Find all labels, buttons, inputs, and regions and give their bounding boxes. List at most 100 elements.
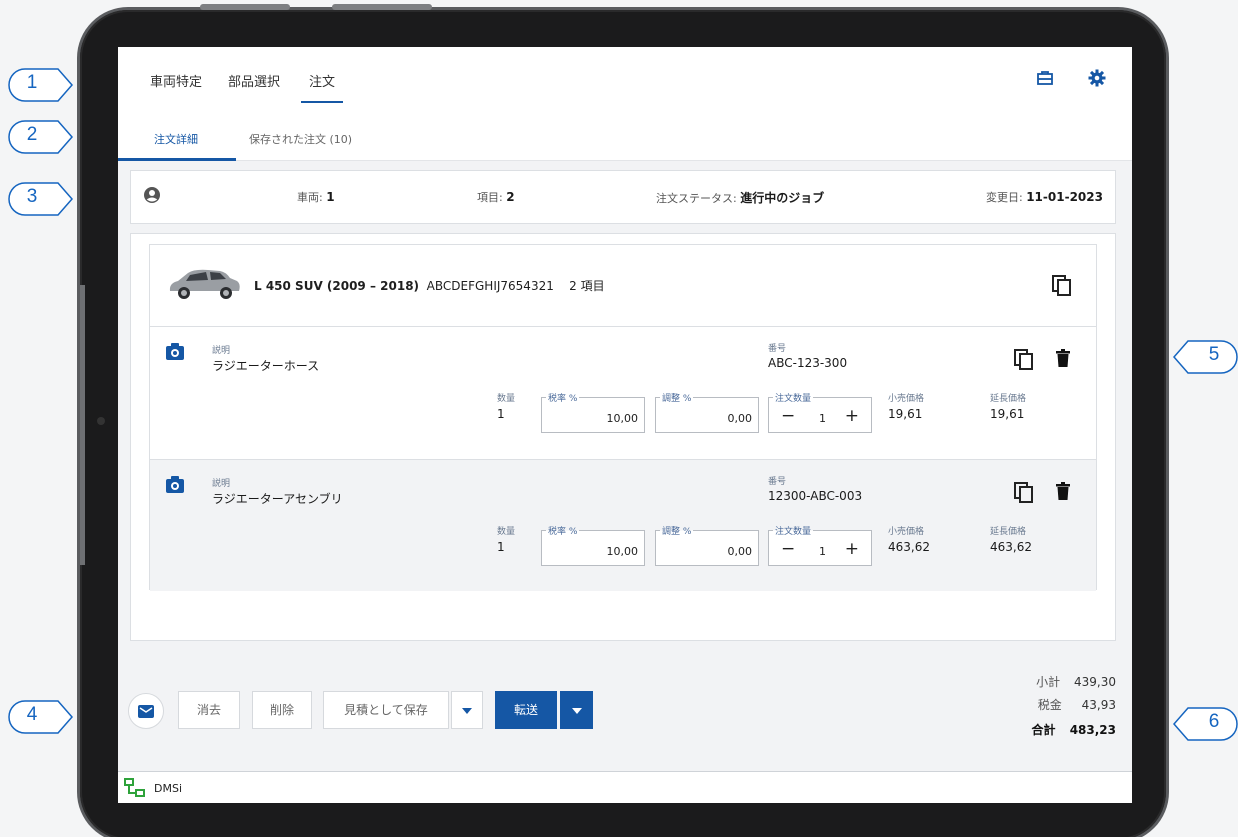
save-as-quote-button[interactable]: 見積として保存	[323, 691, 449, 729]
description-value: ラジエーターアセンブリ	[212, 492, 343, 506]
callout-5: 5	[1172, 340, 1238, 374]
order-footer: 消去 削除 見積として保存 転送 小計 439,30 税金 43,93 合計 4…	[118, 651, 1132, 771]
order-line: 説明 ラジエーターアセンブリ 番号 12300-ABC-003 数量 1 税率 …	[150, 459, 1096, 591]
number-label: 番号	[768, 477, 787, 487]
email-button[interactable]	[128, 693, 164, 729]
camera-icon[interactable]	[166, 476, 184, 497]
order-qty-label: 注文数量	[773, 391, 814, 404]
copy-line-icon[interactable]	[1014, 482, 1034, 508]
order-qty-stepper[interactable]: 注文数量 − 1 +	[768, 524, 872, 566]
vehicle-card: L 450 SUV (2009 – 2018) ABCDEFGHIJ765432…	[149, 244, 1097, 591]
quantity-value: 1	[497, 540, 505, 554]
tax-rate-label: 税率 %	[546, 524, 580, 537]
subtotal-value: 439,30	[1074, 675, 1116, 689]
transfer-options-dropdown[interactable]	[560, 691, 593, 729]
quantity-label: 数量	[497, 394, 516, 404]
number-label: 番号	[768, 344, 787, 354]
status-bar: DMSi	[118, 771, 1132, 803]
quantity-label: 数量	[497, 527, 516, 537]
extended-price-value: 463,62	[990, 540, 1032, 554]
tax-rate-label: 税率 %	[546, 391, 580, 404]
callout-1: 1	[8, 68, 74, 102]
order-qty-value: 1	[819, 545, 826, 558]
top-navigation: 車両特定 部品選択 注文	[118, 47, 1132, 107]
subtotal-label: 小計	[1036, 675, 1061, 689]
gear-icon[interactable]	[1088, 69, 1106, 91]
total-label: 合計	[1031, 723, 1056, 737]
summary-modified-date: 変更日: 11-01-2023	[986, 190, 1103, 204]
subtab-order-detail[interactable]: 注文詳細	[154, 131, 198, 147]
decrement-button[interactable]: −	[781, 539, 795, 559]
adjustment-field[interactable]: 調整 % 0,00	[655, 524, 759, 566]
network-icon	[124, 778, 146, 802]
total-row: 合計 483,23	[1031, 721, 1116, 738]
vehicle-header: L 450 SUV (2009 – 2018) ABCDEFGHIJ765432…	[150, 245, 1096, 327]
summary-order-status: 注文ステータス: 進行中のジョブ	[656, 191, 825, 205]
tax-rate-field[interactable]: 税率 % 10,00	[541, 524, 645, 566]
callout-2: 2	[8, 120, 74, 154]
adjustment-label: 調整 %	[660, 524, 694, 537]
callout-6: 6	[1172, 707, 1238, 741]
device-side-edge	[80, 285, 85, 565]
transfer-button[interactable]: 転送	[495, 691, 557, 729]
adjustment-value: 0,00	[727, 412, 753, 425]
adjustment-value: 0,00	[727, 545, 753, 558]
tax-rate-value: 10,00	[606, 412, 639, 425]
trash-icon[interactable]	[1056, 482, 1070, 504]
extended-price-label: 延長価格	[990, 527, 1027, 537]
description-label: 説明	[212, 346, 231, 356]
total-value: 483,23	[1069, 723, 1116, 737]
sub-tabs: 注文詳細 保存された注文 (10)	[118, 113, 1132, 161]
delete-button[interactable]: 削除	[252, 691, 312, 729]
summary-items: 項目: 2	[477, 190, 515, 204]
clear-button[interactable]: 消去	[178, 691, 240, 729]
save-options-dropdown[interactable]	[451, 691, 483, 729]
order-qty-stepper[interactable]: 注文数量 − 1 +	[768, 391, 872, 433]
increment-button[interactable]: +	[845, 406, 859, 426]
subtotal-row: 小計 439,30	[1036, 673, 1116, 690]
order-line: 説明 ラジエーターホース 番号 ABC-123-300 数量 1 税率 % 10…	[150, 327, 1096, 459]
callout-4: 4	[8, 700, 74, 734]
retail-price-label: 小売価格	[888, 394, 925, 404]
vehicle-image	[166, 263, 242, 309]
description-value: ラジエーターホース	[212, 359, 320, 373]
copy-vehicle-icon[interactable]	[1052, 275, 1072, 301]
retail-price-value: 19,61	[888, 407, 923, 421]
tax-value: 43,93	[1081, 698, 1116, 712]
toolbox-icon[interactable]	[1036, 69, 1054, 91]
subtab-saved-orders[interactable]: 保存された注文 (10)	[249, 131, 352, 147]
vehicle-title: L 450 SUV (2009 – 2018) ABCDEFGHIJ765432…	[254, 279, 605, 293]
adjustment-label: 調整 %	[660, 391, 694, 404]
user-icon[interactable]	[143, 186, 161, 208]
device-camera	[97, 417, 105, 425]
retail-price-value: 463,62	[888, 540, 930, 554]
increment-button[interactable]: +	[845, 539, 859, 559]
tab-order[interactable]: 注文	[300, 71, 344, 103]
order-qty-label: 注文数量	[773, 524, 814, 537]
app-screen: 車両特定 部品選択 注文 注文詳細 保存された注文 (10) 車両: 1 項目:…	[118, 47, 1132, 803]
order-content: 車両: 1 項目: 2 注文ステータス: 進行中のジョブ 変更日: 11-01-…	[118, 161, 1132, 651]
order-qty-value: 1	[819, 412, 826, 425]
tax-rate-field[interactable]: 税率 % 10,00	[541, 391, 645, 433]
extended-price-label: 延長価格	[990, 394, 1027, 404]
chevron-down-icon	[462, 708, 472, 714]
tab-parts-selection[interactable]: 部品選択	[228, 71, 280, 90]
chevron-down-icon	[571, 708, 582, 714]
description-label: 説明	[212, 479, 231, 489]
trash-icon[interactable]	[1056, 349, 1070, 371]
tax-rate-value: 10,00	[606, 545, 639, 558]
quantity-value: 1	[497, 407, 505, 421]
device-volume-button	[200, 4, 290, 10]
number-value: 12300-ABC-003	[768, 489, 863, 503]
extended-price-value: 19,61	[990, 407, 1025, 421]
tab-vehicle-id[interactable]: 車両特定	[150, 71, 202, 90]
adjustment-field[interactable]: 調整 % 0,00	[655, 391, 759, 433]
camera-icon[interactable]	[166, 343, 184, 364]
retail-price-label: 小売価格	[888, 527, 925, 537]
order-panel: L 450 SUV (2009 – 2018) ABCDEFGHIJ765432…	[130, 233, 1116, 641]
device-power-button	[332, 4, 432, 10]
summary-vehicles: 車両: 1	[297, 190, 335, 204]
envelope-icon	[138, 705, 154, 718]
decrement-button[interactable]: −	[781, 406, 795, 426]
copy-line-icon[interactable]	[1014, 349, 1034, 375]
